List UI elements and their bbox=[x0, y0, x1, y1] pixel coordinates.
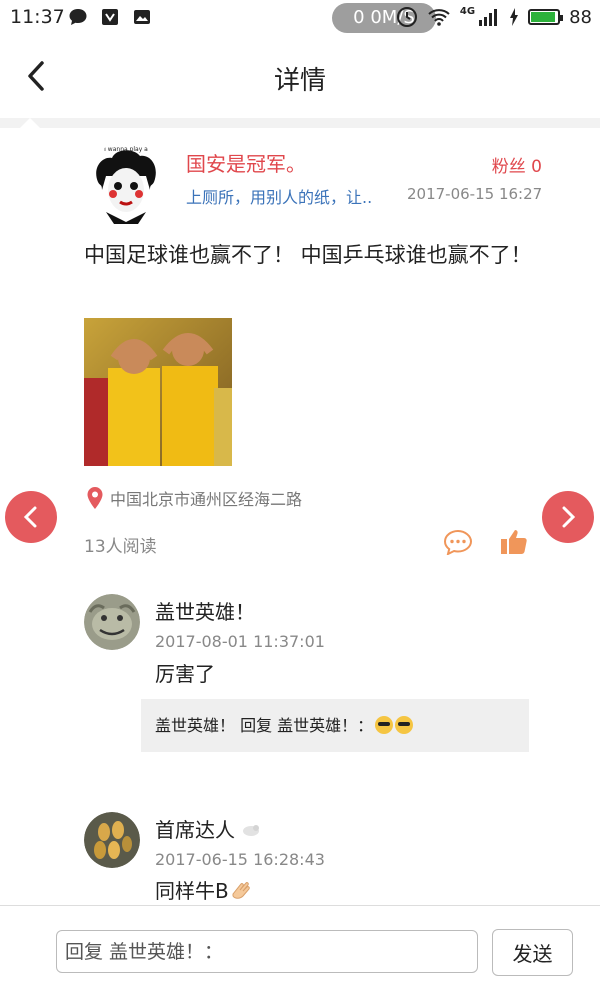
page-title: 详情 bbox=[273, 66, 326, 96]
read-count: 13人阅读 bbox=[84, 537, 157, 557]
battery-icon bbox=[528, 9, 564, 25]
post-time: 2017-06-15 16:27 bbox=[407, 185, 543, 203]
reply-bar: 发送 bbox=[0, 905, 600, 1001]
status-right: 4G 88 bbox=[396, 6, 592, 28]
post-detail-card: I wanna play a 国安是冠军。 粉丝 0 上厕所，用别人的纸，让..… bbox=[0, 118, 600, 1000]
location-pin-icon bbox=[87, 487, 103, 509]
card-notch bbox=[20, 118, 40, 128]
image-icon bbox=[134, 10, 150, 24]
reply-input[interactable] bbox=[56, 930, 478, 973]
comment-reply[interactable]: 盖世英雄！ 回复 盖世英雄！： bbox=[141, 699, 529, 752]
post-content: 中国足球谁也赢不了！ 中国乒乓球谁也赢不了！ bbox=[84, 243, 532, 267]
sunglasses-emoji-icon bbox=[375, 716, 394, 734]
comment-avatar[interactable] bbox=[84, 594, 140, 650]
location[interactable]: 中国北京市通州区经海二路 bbox=[86, 486, 302, 510]
clapping-hands-icon bbox=[232, 882, 250, 899]
comment-time: 2017-08-01 11:37:01 bbox=[155, 632, 325, 651]
signal-icon bbox=[479, 9, 498, 26]
comment-time: 2017-06-15 16:28:43 bbox=[155, 850, 325, 869]
status-bar: 11:37 0 0M/S 4G 88 bbox=[0, 0, 600, 36]
level-badge-icon bbox=[243, 825, 259, 836]
comment-avatar-image bbox=[84, 812, 140, 868]
comment-avatar-image bbox=[84, 594, 140, 650]
next-post-button[interactable] bbox=[542, 491, 594, 543]
shield-icon bbox=[102, 9, 118, 25]
post-image[interactable] bbox=[84, 318, 232, 466]
wifi-icon bbox=[428, 9, 450, 26]
thumbs-up-icon[interactable] bbox=[500, 528, 528, 556]
comment-author-name: 首席达人 bbox=[155, 818, 235, 842]
battery-level: 88 bbox=[569, 6, 592, 28]
author-avatar-image: I wanna play a bbox=[84, 142, 168, 226]
comment-author[interactable]: 盖世英雄！ bbox=[155, 596, 255, 625]
title-bar: 详情 bbox=[0, 36, 600, 118]
post-photo bbox=[84, 318, 232, 466]
reply-text: 盖世英雄！ 回复 盖世英雄！： bbox=[155, 716, 374, 735]
comment-author[interactable]: 首席达人 bbox=[155, 814, 261, 843]
chevron-right-icon bbox=[562, 506, 576, 528]
sunglasses-emoji-icon bbox=[395, 716, 414, 734]
notification-icons bbox=[68, 7, 152, 27]
author-name[interactable]: 国安是冠军。 bbox=[186, 148, 306, 177]
fans-count: 粉丝 0 bbox=[491, 157, 542, 177]
send-button[interactable]: 发送 bbox=[492, 929, 573, 976]
location-text: 中国北京市通州区经海二路 bbox=[110, 490, 303, 509]
status-time: 11:37 bbox=[10, 6, 65, 28]
comment-text-value: 同样牛B bbox=[155, 879, 229, 903]
author-signature: 上厕所，用别人的纸，让.. bbox=[186, 188, 373, 207]
avatar-caption: I wanna play a bbox=[104, 146, 148, 153]
author-avatar[interactable]: I wanna play a bbox=[84, 142, 168, 226]
comment-text: 同样牛B bbox=[155, 875, 255, 904]
network-type: 4G bbox=[459, 5, 476, 17]
previous-post-button[interactable] bbox=[5, 491, 57, 543]
comment-text: 厉害了 bbox=[155, 662, 215, 686]
charging-icon bbox=[510, 8, 519, 26]
chevron-left-icon bbox=[23, 506, 37, 528]
chat-icon bbox=[69, 9, 87, 25]
clock-icon bbox=[396, 7, 417, 27]
comment-avatar[interactable] bbox=[84, 812, 140, 868]
comment-icon[interactable] bbox=[443, 529, 473, 555]
